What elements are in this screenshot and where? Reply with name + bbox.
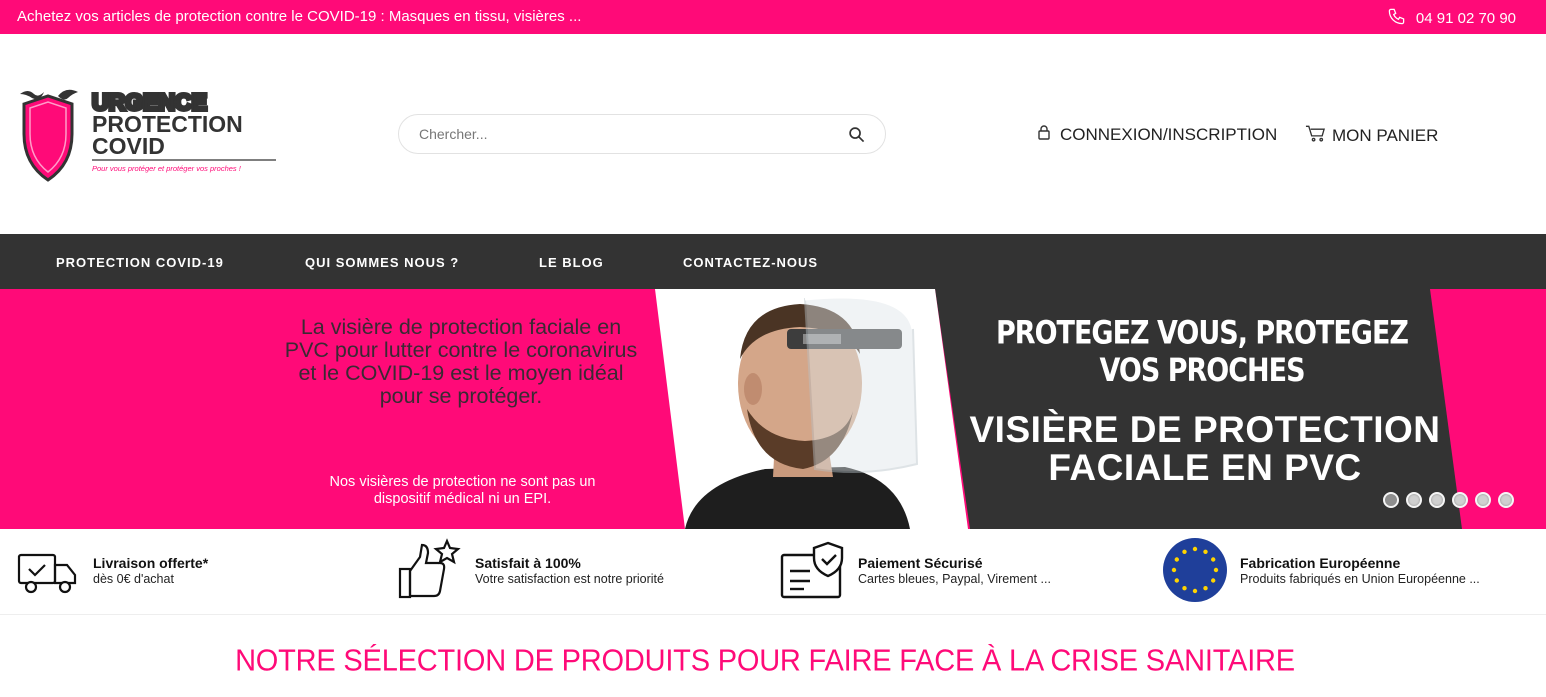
- slider-dot-5[interactable]: [1475, 492, 1491, 508]
- site-logo[interactable]: URGENCE URGENCE PROTECTION COVID Pour vo…: [18, 86, 280, 182]
- top-bar: Achetez vos articles de protection contr…: [0, 0, 1546, 34]
- thumbs-up-star-icon: [397, 537, 463, 603]
- hero-disclaimer: Nos visières de protection ne sont pas u…: [329, 474, 596, 507]
- nav-item-contact[interactable]: CONTACTEZ-NOUS: [683, 255, 818, 270]
- feature-subtitle: Votre satisfaction est notre priorité: [475, 571, 664, 586]
- eu-flag-icon: [1162, 537, 1228, 603]
- login-register-link[interactable]: CONNEXION/INSCRIPTION: [1036, 124, 1277, 145]
- section-title: NOTRE SÉLECTION DE PRODUITS POUR FAIRE F…: [235, 644, 1295, 678]
- feature-subtitle: dès 0€ d'achat: [93, 571, 174, 586]
- phone-icon: [1387, 7, 1406, 30]
- slider-dot-1[interactable]: [1383, 492, 1399, 508]
- slider-pagination: [1383, 492, 1514, 508]
- face-shield-product-image: [655, 289, 975, 529]
- feature-secure-payment: Paiement Sécurisé Cartes bleues, Paypal,…: [780, 537, 1051, 603]
- svg-text:Pour vous protéger et protéger: Pour vous protéger et protéger vos proch…: [92, 164, 242, 173]
- feature-free-delivery: Livraison offerte* dès 0€ d'achat: [15, 537, 208, 603]
- feature-title: Fabrication Européenne: [1240, 554, 1401, 571]
- cart-icon: [1305, 124, 1326, 147]
- hero-slider[interactable]: La visière de protection faciale en PVC …: [0, 289, 1546, 529]
- login-register-label: CONNEXION/INSCRIPTION: [1060, 124, 1278, 144]
- reassurance-bar: Livraison offerte* dès 0€ d'achat Satisf…: [0, 529, 1546, 615]
- slider-dot-2[interactable]: [1406, 492, 1422, 508]
- nav-item-blog[interactable]: LE BLOG: [539, 255, 604, 270]
- phone-contact[interactable]: 04 91 02 70 90: [1387, 7, 1516, 30]
- lock-icon: [1036, 124, 1052, 145]
- site-header: URGENCE URGENCE PROTECTION COVID Pour vo…: [0, 34, 1546, 234]
- hero-title: VISIÈRE DE PROTECTION FACIALE EN PVC: [969, 409, 1441, 488]
- svg-text:COVID: COVID: [92, 133, 165, 159]
- main-nav: PROTECTION COVID-19 QUI SOMMES NOUS ? LE…: [0, 234, 1546, 289]
- nav-item-protection-covid[interactable]: PROTECTION COVID-19: [56, 255, 224, 270]
- nav-item-about-us[interactable]: QUI SOMMES NOUS ?: [305, 255, 459, 270]
- feature-subtitle: Produits fabriqués en Union Européenne .…: [1240, 571, 1480, 586]
- hero-description: La visière de protection faciale en PVC …: [284, 315, 638, 408]
- feature-subtitle: Cartes bleues, Paypal, Virement ...: [858, 571, 1051, 586]
- slider-dot-4[interactable]: [1452, 492, 1468, 508]
- promo-text[interactable]: Achetez vos articles de protection contr…: [17, 8, 581, 25]
- feature-european-manufacturing: Fabrication Européenne Produits fabriqué…: [1162, 537, 1480, 603]
- cart-label: MON PANIER: [1332, 125, 1439, 145]
- secure-payment-icon: [780, 537, 846, 603]
- search-input[interactable]: [419, 126, 819, 142]
- cart-link[interactable]: MON PANIER: [1305, 124, 1438, 147]
- feature-title: Paiement Sécurisé: [858, 554, 983, 571]
- delivery-truck-icon: [15, 537, 81, 603]
- feature-title: Livraison offerte*: [93, 554, 209, 571]
- search-icon[interactable]: [848, 126, 865, 143]
- search-bar: [398, 114, 886, 154]
- phone-number: 04 91 02 70 90: [1415, 10, 1516, 27]
- feature-title: Satisfait à 100%: [475, 554, 581, 571]
- hero-tagline: PROTEGEZ VOUS, PROTEGEZ VOS PROCHES: [996, 314, 1409, 390]
- slider-dot-6[interactable]: [1498, 492, 1514, 508]
- feature-satisfaction: Satisfait à 100% Votre satisfaction est …: [397, 537, 664, 603]
- slider-dot-3[interactable]: [1429, 492, 1445, 508]
